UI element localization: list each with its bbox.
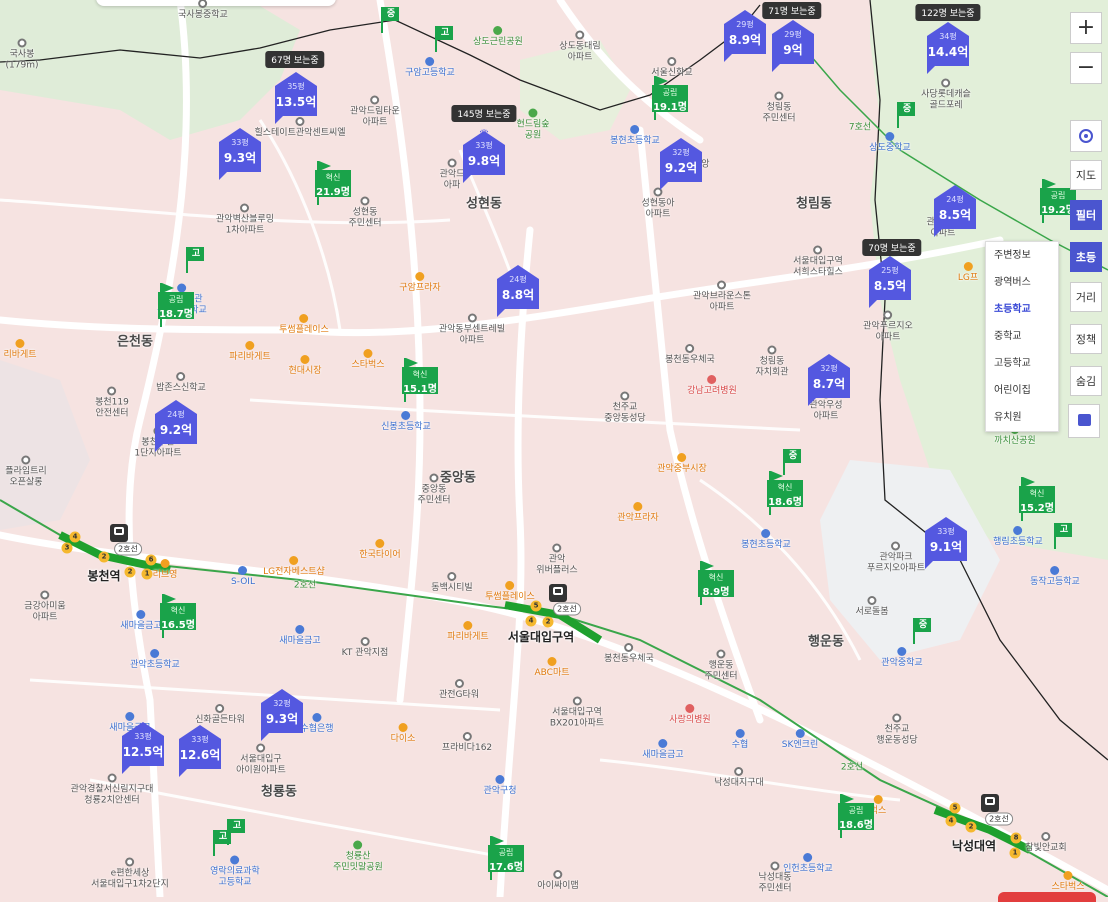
chat-bubble-button[interactable]	[1068, 404, 1100, 438]
station-exit: 6	[145, 554, 157, 566]
bubble-icon	[1078, 414, 1091, 426]
station-exit: 4	[69, 531, 81, 543]
apartment-price-marker[interactable]: 35평 13.5억	[275, 72, 317, 124]
apartment-price-marker[interactable]: 33평 12.6억	[179, 725, 221, 777]
middle-school-flag[interactable]: 중	[911, 618, 933, 644]
apartment-price-marker[interactable]: 32평 8.7억	[808, 354, 850, 406]
school-marker[interactable]: 공립 19.1명	[652, 76, 688, 120]
school-marker[interactable]: 혁신 18.6명	[767, 471, 803, 515]
menu-item-express-bus[interactable]: 광역버스	[986, 269, 1058, 296]
viewer-count-tag: 70명 보는중	[862, 239, 922, 256]
line-tag: 2호선	[553, 602, 581, 616]
menu-item-nearby[interactable]: 주변정보	[986, 242, 1058, 269]
high-school-flag[interactable]: 고	[225, 819, 247, 845]
apartment-price-marker[interactable]: 29평 9억	[772, 20, 814, 72]
school-marker[interactable]: 혁신 8.9명	[698, 561, 734, 605]
middle-school-flag[interactable]: 중	[379, 7, 401, 33]
target-icon	[1079, 129, 1093, 143]
station-exit: 2	[98, 551, 110, 563]
subway-station-icon[interactable]	[549, 584, 567, 602]
apartment-price-marker[interactable]: 33평 12.5억	[122, 722, 164, 774]
zoom-out-button[interactable]: −	[1070, 52, 1102, 84]
middle-school-flag[interactable]: 중	[781, 449, 803, 475]
middle-school-flag[interactable]: 중	[895, 102, 917, 128]
elementary-button[interactable]: 초등	[1070, 242, 1102, 272]
apartment-price-marker[interactable]: 32평 9.3억	[261, 689, 303, 741]
high-school-flag[interactable]: 고	[1052, 523, 1074, 549]
station-exit: 1	[1009, 847, 1021, 859]
school-marker[interactable]: 공립 17.6명	[488, 836, 524, 880]
zoom-in-button[interactable]: +	[1070, 12, 1102, 44]
station-exit: 3	[61, 542, 73, 554]
menu-item-elementary[interactable]: 초등학교	[986, 296, 1058, 323]
school-marker[interactable]: 혁신 15.1명	[402, 358, 438, 402]
station-exit: 8	[1010, 832, 1022, 844]
distance-button[interactable]: 거리	[1070, 282, 1102, 312]
school-marker[interactable]: 혁신 21.9명	[315, 161, 351, 205]
subway-station-icon[interactable]	[110, 524, 128, 542]
school-marker[interactable]: 공립 18.6명	[838, 794, 874, 838]
bottom-action-button-edge[interactable]	[998, 892, 1096, 902]
station-exit: 1	[141, 568, 153, 580]
viewer-count-tag: 122명 보는중	[915, 4, 981, 21]
apartment-price-marker[interactable]: 33평 9.3억	[219, 128, 261, 180]
apartment-price-marker[interactable]: 24평 8.5억	[934, 185, 976, 237]
line-tag: 2호선	[114, 542, 142, 556]
station-seoul-natl-univ[interactable]: 서울대입구역	[508, 628, 574, 645]
high-school-flag[interactable]: 고	[433, 26, 455, 52]
station-exit: 4	[525, 615, 537, 627]
station-exit: 2	[542, 616, 554, 628]
station-exit: 2	[965, 821, 977, 833]
line-tag: 2호선	[985, 812, 1013, 826]
menu-item-high[interactable]: 고등학교	[986, 350, 1058, 377]
apartment-price-marker[interactable]: 34평 14.4억	[927, 22, 969, 74]
policy-button[interactable]: 정책	[1070, 324, 1102, 354]
hide-button[interactable]: 숨김	[1070, 366, 1102, 396]
apartment-price-marker[interactable]: 25평 8.5억	[869, 256, 911, 308]
menu-item-middle[interactable]: 중학교	[986, 323, 1058, 350]
station-bongcheon[interactable]: 봉천역	[87, 567, 120, 584]
station-nakseongdae[interactable]: 낙성대역	[952, 837, 996, 854]
school-marker[interactable]: 공립 18.7명	[158, 283, 194, 327]
school-marker[interactable]: 혁신 15.2명	[1019, 477, 1055, 521]
subway-station-icon[interactable]	[981, 794, 999, 812]
menu-item-kindergarten[interactable]: 유치원	[986, 404, 1058, 431]
apartment-price-marker[interactable]: 33평 9.1억	[925, 517, 967, 569]
apartment-price-marker[interactable]: 24평 8.8억	[497, 265, 539, 317]
menu-item-daycare[interactable]: 어린이집	[986, 377, 1058, 404]
my-location-button[interactable]	[1070, 120, 1102, 152]
viewer-count-tag: 67명 보는중	[265, 51, 325, 68]
station-exit: 5	[530, 600, 542, 612]
high-school-flag[interactable]: 고	[184, 247, 206, 273]
station-exit: 5	[949, 802, 961, 814]
station-exit: 4	[945, 815, 957, 827]
map-type-button[interactable]: 지도	[1070, 160, 1102, 190]
apartment-price-marker[interactable]: 33평 9.8억	[463, 131, 505, 183]
viewer-count-tag: 71명 보는중	[762, 2, 822, 19]
apartment-price-marker[interactable]: 24평 9.2억	[155, 400, 197, 452]
apartment-price-marker[interactable]: 29평 8.9억	[724, 10, 766, 62]
school-marker[interactable]: 혁신 16.5명	[160, 594, 196, 638]
station-exit: 2	[124, 566, 136, 578]
filter-button[interactable]: 필터	[1070, 200, 1102, 230]
apartment-price-marker[interactable]: 32평 9.2억	[660, 138, 702, 190]
viewer-count-tag: 145명 보는중	[451, 105, 517, 122]
top-search-bar-edge[interactable]	[96, 0, 336, 6]
nearby-info-menu: 주변정보 광역버스 초등학교 중학교 고등학교 어린이집 유치원	[985, 241, 1059, 432]
